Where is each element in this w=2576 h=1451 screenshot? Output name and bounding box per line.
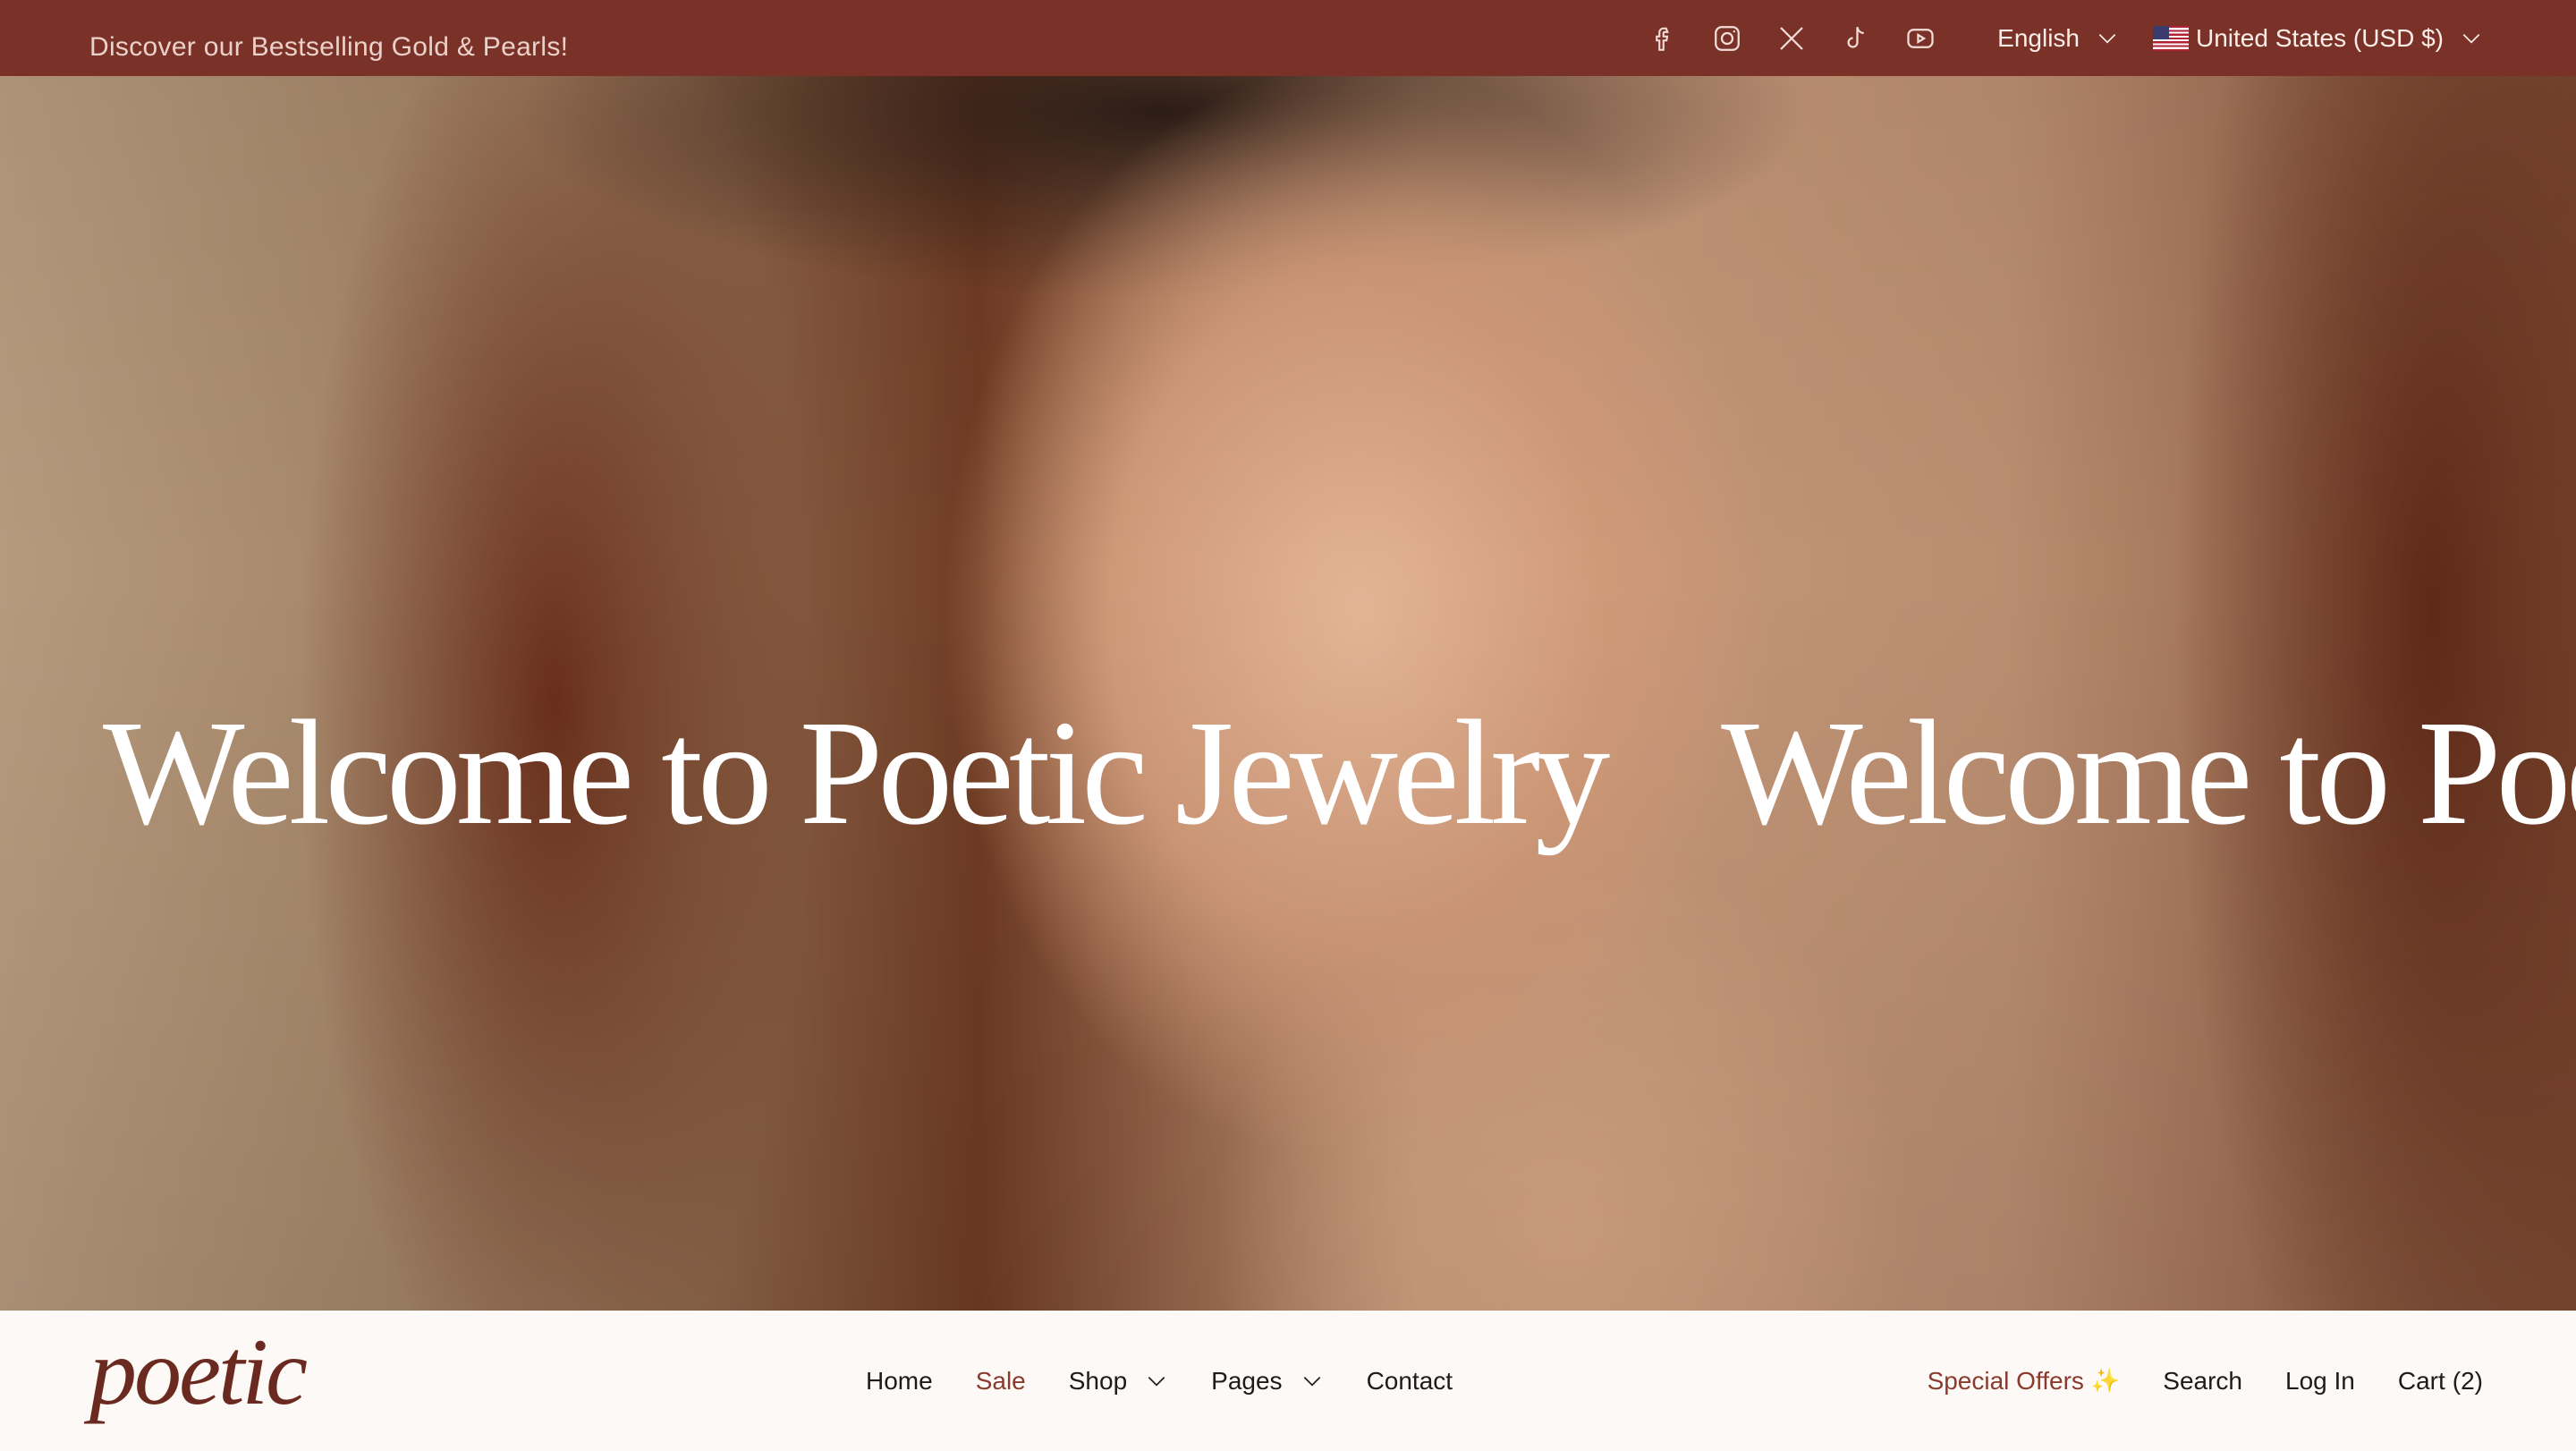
nav-home-label: Home	[866, 1366, 933, 1395]
header-actions: Special Offers ✨ Search Log In Cart (2)	[1928, 1311, 2483, 1451]
nav-pages-label: Pages	[1211, 1366, 1283, 1395]
language-selector[interactable]: English	[1997, 24, 2119, 53]
nav-pages[interactable]: Pages	[1211, 1367, 1323, 1396]
nav-sale-label: Sale	[975, 1366, 1026, 1395]
nav-contact-label: Contact	[1366, 1366, 1453, 1395]
cart-count: (2)	[2452, 1366, 2483, 1395]
language-label: English	[1997, 23, 2080, 52]
main-nav: Home Sale Shop Pages Contact	[866, 1311, 1496, 1451]
announcement-bar: Discover our Bestselling Gold & Pearls!	[0, 0, 2576, 76]
youtube-icon	[1907, 28, 1934, 48]
chevron-down-icon	[2462, 33, 2480, 44]
site-header: poetic Home Sale Shop Pages Contact Spec…	[0, 1311, 2576, 1451]
instagram-icon	[1715, 25, 1741, 51]
login-link[interactable]: Log In	[2285, 1367, 2355, 1396]
tiktok-link[interactable]	[1824, 0, 1888, 76]
hero-title-repeat: Welcome to Poe	[1721, 690, 2576, 856]
chevron-down-icon	[1148, 1376, 1165, 1387]
x-link[interactable]	[1759, 0, 1824, 76]
logo[interactable]: poetic	[89, 1318, 308, 1427]
nav-home[interactable]: Home	[866, 1367, 933, 1396]
announcement-text[interactable]: Discover our Bestselling Gold & Pearls!	[89, 32, 568, 63]
youtube-link[interactable]	[1888, 0, 1953, 76]
x-twitter-icon	[1780, 26, 1803, 50]
special-offers-link[interactable]: Special Offers ✨	[1928, 1367, 2121, 1396]
hero-banner: Welcome to Poetic Jewelry Welcome to Poe	[0, 76, 2576, 1311]
cart-link[interactable]: Cart (2)	[2398, 1367, 2483, 1396]
special-offers-label: Special Offers	[1927, 1366, 2084, 1395]
chevron-down-icon	[2098, 33, 2116, 44]
hero-title: Welcome to Poetic Jewelry	[103, 690, 1610, 856]
instagram-link[interactable]	[1695, 0, 1759, 76]
cart-label: Cart	[2397, 1366, 2445, 1395]
us-flag-icon	[2153, 25, 2189, 51]
hero-marquee: Welcome to Poetic Jewelry Welcome to Poe	[0, 698, 2576, 848]
nav-contact[interactable]: Contact	[1367, 1367, 1453, 1396]
facebook-icon	[1656, 27, 1669, 51]
country-selector[interactable]: United States (USD $)	[2153, 24, 2483, 53]
nav-shop[interactable]: Shop	[1069, 1367, 1168, 1396]
sparkle-icon: ✨	[2090, 1367, 2121, 1394]
social-links	[1631, 0, 1953, 76]
chevron-down-icon	[1303, 1376, 1320, 1387]
nav-shop-label: Shop	[1068, 1366, 1128, 1395]
tiktok-icon	[1847, 26, 1865, 48]
country-label: United States (USD $)	[2196, 23, 2444, 52]
nav-sale[interactable]: Sale	[976, 1367, 1026, 1396]
search-link[interactable]: Search	[2163, 1367, 2242, 1396]
facebook-link[interactable]	[1631, 0, 1695, 76]
utility-nav: English United States (USD $)	[1631, 0, 2483, 76]
